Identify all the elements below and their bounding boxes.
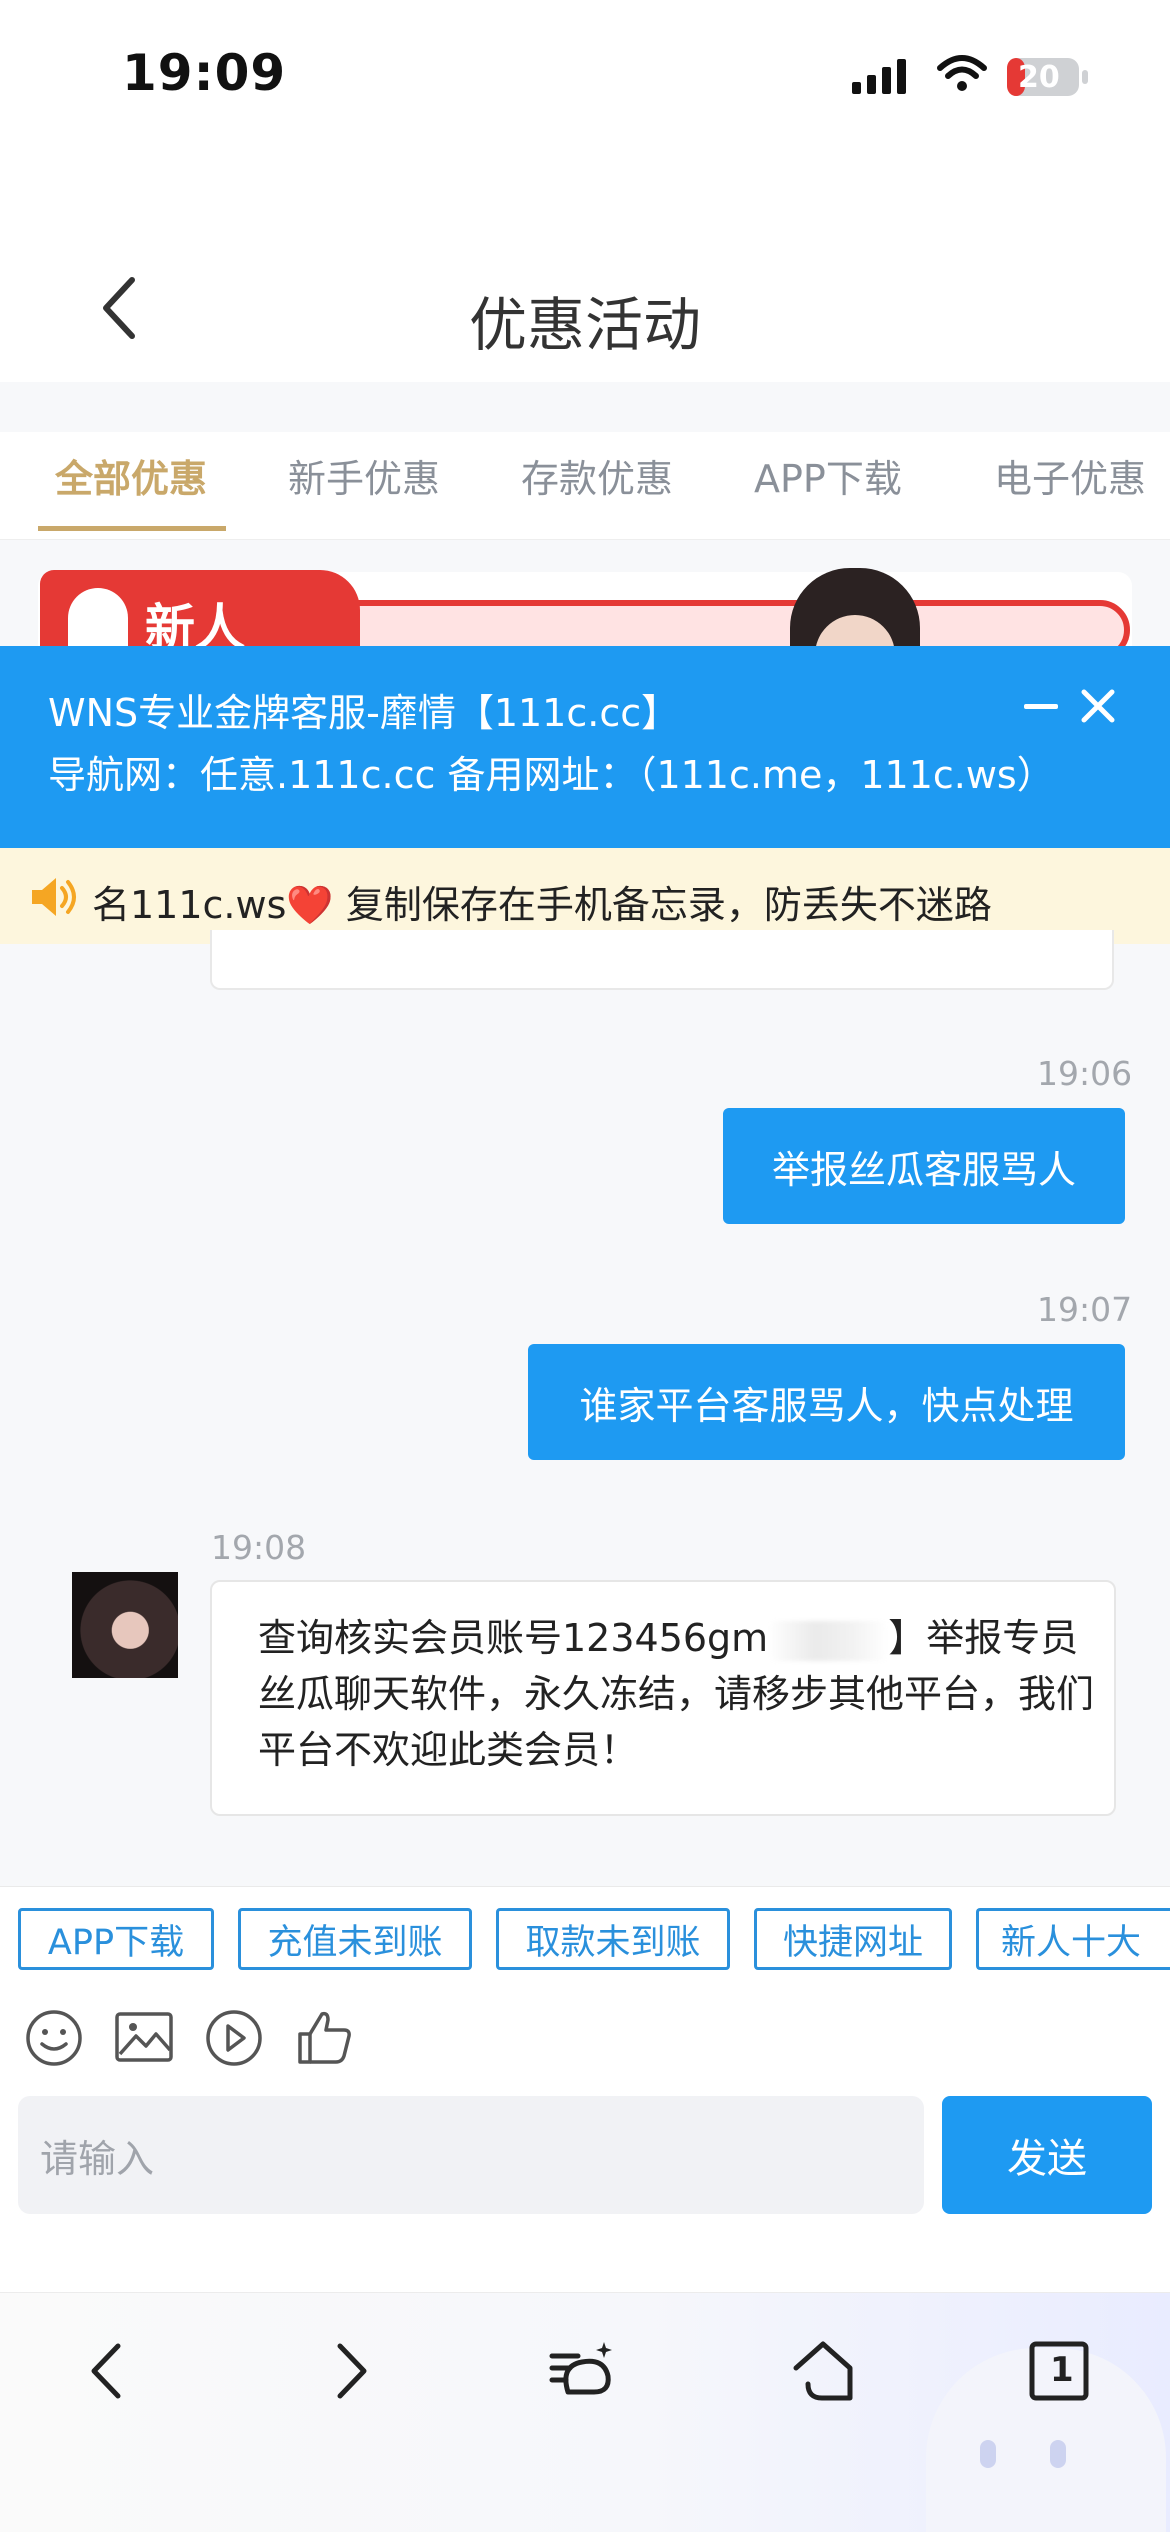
wifi-icon bbox=[937, 55, 987, 91]
agent-avatar[interactable] bbox=[72, 1572, 178, 1678]
quick-reply-deposit-missing[interactable]: 充值未到账 bbox=[238, 1908, 472, 1970]
speaker-icon bbox=[32, 878, 76, 916]
tab-electronic-offers[interactable]: 电子优惠 bbox=[994, 448, 1146, 503]
home-icon[interactable] bbox=[788, 2336, 858, 2406]
notice-text-start: 名111c.ws bbox=[92, 883, 287, 927]
menu-sparkle-icon[interactable] bbox=[548, 2336, 618, 2406]
browser-forward-icon[interactable] bbox=[314, 2336, 384, 2406]
overlay-subtitle: 导航网：任意.111c.cc 备用网址：（111c.me，111c.ws） bbox=[48, 753, 1055, 797]
message-timestamp: 19:06 bbox=[1037, 1054, 1133, 1093]
message-timestamp: 19:08 bbox=[211, 1528, 307, 1567]
outgoing-message: 举报丝瓜客服骂人 bbox=[723, 1108, 1125, 1224]
quick-reply-newbie-top-ten[interactable]: 新人十大 bbox=[976, 1908, 1170, 1970]
video-icon[interactable] bbox=[204, 2006, 264, 2066]
notice-text-end: 复制保存在手机备忘录，防丢失不迷路 bbox=[345, 883, 992, 927]
tab-count: 1 bbox=[1050, 2350, 1074, 2390]
notice-text: 名111c.ws❤️ 复制保存在手机备忘录，防丢失不迷路 bbox=[92, 874, 992, 929]
message-input[interactable]: 请输入 bbox=[18, 2096, 924, 2214]
quick-reply-withdrawal-missing[interactable]: 取款未到账 bbox=[496, 1908, 730, 1970]
tab-deposit-offers[interactable]: 存款优惠 bbox=[521, 448, 673, 503]
page-title: 优惠活动 bbox=[468, 291, 701, 359]
send-button[interactable]: 发送 bbox=[942, 2096, 1152, 2214]
image-icon[interactable] bbox=[114, 2006, 174, 2066]
quick-reply-shortcut-url[interactable]: 快捷网址 bbox=[754, 1908, 952, 1970]
tabs-button[interactable]: 1 bbox=[1024, 2336, 1094, 2406]
overlay-title: WNS专业金牌客服-靡情【111c.cc】 bbox=[48, 691, 680, 735]
heart-icon: ❤️ bbox=[286, 883, 334, 927]
tab-all-offers[interactable]: 全部优惠 bbox=[55, 448, 207, 503]
minimize-icon[interactable] bbox=[1022, 694, 1060, 718]
battery-level: 20 bbox=[1018, 60, 1060, 95]
thumbs-up-icon[interactable] bbox=[294, 2006, 354, 2066]
incoming-message-start: 查询核实会员账号123456gm bbox=[258, 1616, 769, 1660]
status-time: 19:09 bbox=[122, 44, 287, 102]
browser-back-icon[interactable] bbox=[74, 2336, 144, 2406]
close-icon[interactable] bbox=[1078, 686, 1118, 726]
outgoing-message: 谁家平台客服骂人，快点处理 bbox=[528, 1344, 1125, 1460]
ghost-eye bbox=[980, 2440, 996, 2468]
message-timestamp: 19:07 bbox=[1037, 1290, 1133, 1329]
incoming-message-text: 查询核实会员账号123456gm 】举报专员丝瓜聊天软件，永久冻结，请移步其他平台… bbox=[258, 1610, 1098, 1778]
previous-message-bubble bbox=[210, 930, 1114, 990]
redacted-text bbox=[768, 1620, 889, 1661]
quick-reply-app-download[interactable]: APP下载 bbox=[18, 1908, 214, 1970]
tab-newbie-offers[interactable]: 新手优惠 bbox=[288, 448, 440, 503]
tab-app-download[interactable]: APP下载 bbox=[754, 448, 902, 503]
ghost-eye bbox=[1050, 2440, 1066, 2468]
emoji-icon[interactable] bbox=[24, 2006, 84, 2066]
cellular-signal-icon bbox=[852, 59, 906, 94]
active-tab-indicator bbox=[38, 526, 226, 531]
battery-indicator: 20 bbox=[1006, 56, 1090, 98]
